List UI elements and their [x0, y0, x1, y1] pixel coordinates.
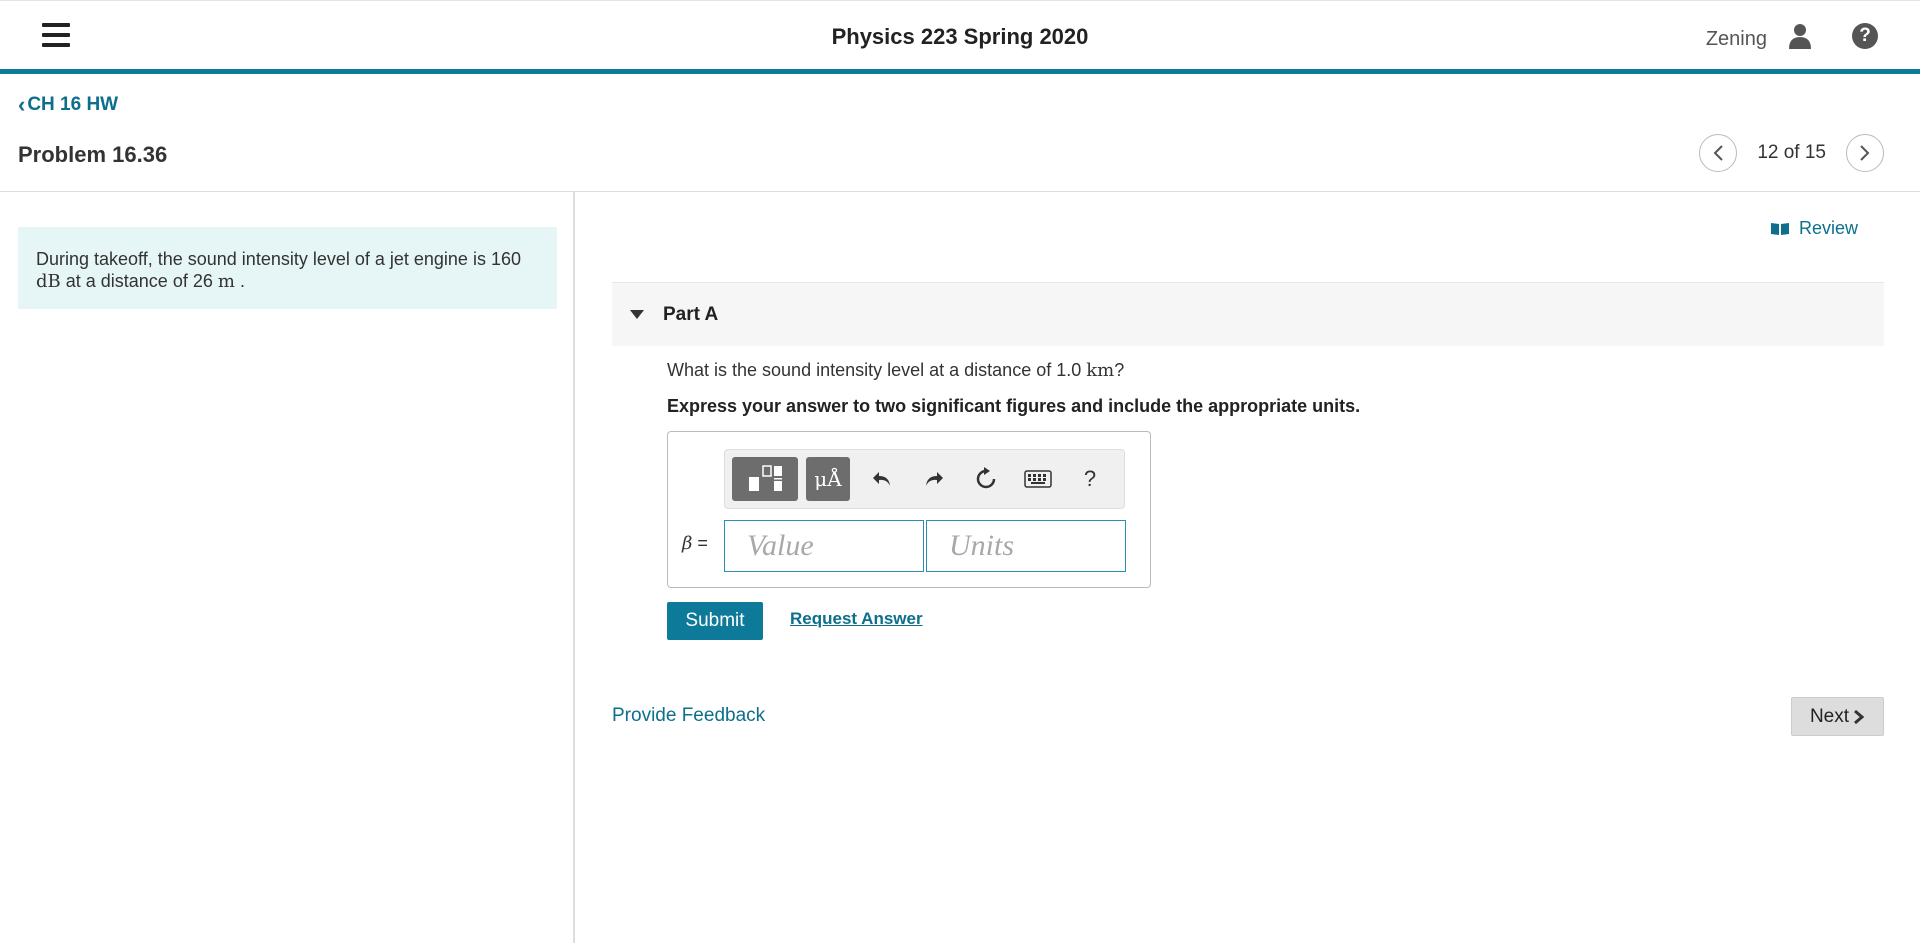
top-header: Physics 223 Spring 2020 Zening ? [0, 0, 1920, 74]
pager-label: 12 of 15 [1757, 142, 1826, 163]
math-toolbar: μÅ ? [724, 449, 1125, 509]
question-end: ? [1114, 360, 1125, 380]
reset-icon [976, 467, 996, 489]
keyboard-button[interactable] [1012, 457, 1064, 501]
units-button[interactable]: μÅ [806, 457, 850, 501]
previous-problem-button[interactable] [1699, 134, 1738, 172]
next-button[interactable]: Next [1791, 697, 1884, 736]
chevron-right-icon [1854, 709, 1865, 724]
intro-unit-2: m [217, 271, 235, 292]
problem-title: Problem 16.36 [18, 142, 168, 167]
intro-text-1: During takeoff, the sound intensity leve… [36, 249, 521, 269]
help-icon[interactable]: ? [1852, 23, 1878, 49]
reset-button[interactable] [960, 457, 1012, 501]
answer-instruction: Express your answer to two significant f… [667, 396, 1361, 416]
answer-box: μÅ ? β = [667, 431, 1151, 588]
back-to-assignment-link[interactable]: ‹ CH 16 HW [18, 94, 118, 116]
intro-text-3: . [234, 271, 245, 291]
chevron-right-icon [1860, 145, 1870, 161]
intro-text-2: at a distance of 26 [60, 271, 218, 291]
answer-variable-label: β = [682, 533, 708, 554]
user-name[interactable]: Zening [1706, 28, 1767, 51]
intro-unit-1: dB [36, 271, 61, 292]
review-label: Review [1798, 218, 1858, 238]
chevron-left-icon: ‹ [18, 92, 26, 117]
variable-symbol: β [682, 533, 693, 554]
equals-sign: = [692, 533, 708, 553]
value-input[interactable] [724, 520, 924, 572]
toolbar-help-button[interactable]: ? [1064, 457, 1116, 501]
assignment-bar: ‹ CH 16 HW Problem 16.36 12 of 15 [0, 74, 1920, 192]
keyboard-icon [1024, 470, 1052, 488]
problem-intro: During takeoff, the sound intensity leve… [18, 227, 557, 309]
next-label: Next [1809, 705, 1850, 727]
undo-icon [873, 472, 890, 486]
caret-down-icon [630, 310, 644, 319]
templates-icon [749, 465, 782, 491]
redo-icon [926, 472, 943, 486]
redo-button[interactable] [908, 457, 960, 501]
part-label: Part A [663, 303, 719, 325]
undo-button[interactable] [856, 457, 908, 501]
next-problem-button[interactable] [1846, 134, 1884, 172]
provide-feedback-link[interactable]: Provide Feedback [612, 705, 765, 727]
question-text: What is the sound intensity level at a d… [667, 360, 1124, 381]
problem-pager: 12 of 15 [1699, 134, 1884, 172]
course-title: Physics 223 Spring 2020 [831, 24, 1089, 49]
part-a-header[interactable]: Part A [612, 282, 1884, 346]
units-input[interactable] [926, 520, 1126, 572]
user-icon[interactable] [1788, 23, 1812, 49]
problem-intro-panel: During takeoff, the sound intensity leve… [0, 192, 575, 943]
request-answer-link[interactable]: Request Answer [790, 609, 923, 629]
chevron-left-icon [1713, 145, 1724, 161]
review-link[interactable]: Review [1770, 218, 1858, 239]
book-icon [1770, 222, 1789, 235]
menu-icon[interactable] [42, 23, 70, 47]
question-body: What is the sound intensity level at a d… [667, 360, 1087, 380]
templates-button[interactable] [732, 457, 798, 501]
submit-button[interactable]: Submit [667, 602, 763, 640]
back-link-label: CH 16 HW [27, 94, 119, 115]
question-unit: km [1086, 360, 1115, 381]
